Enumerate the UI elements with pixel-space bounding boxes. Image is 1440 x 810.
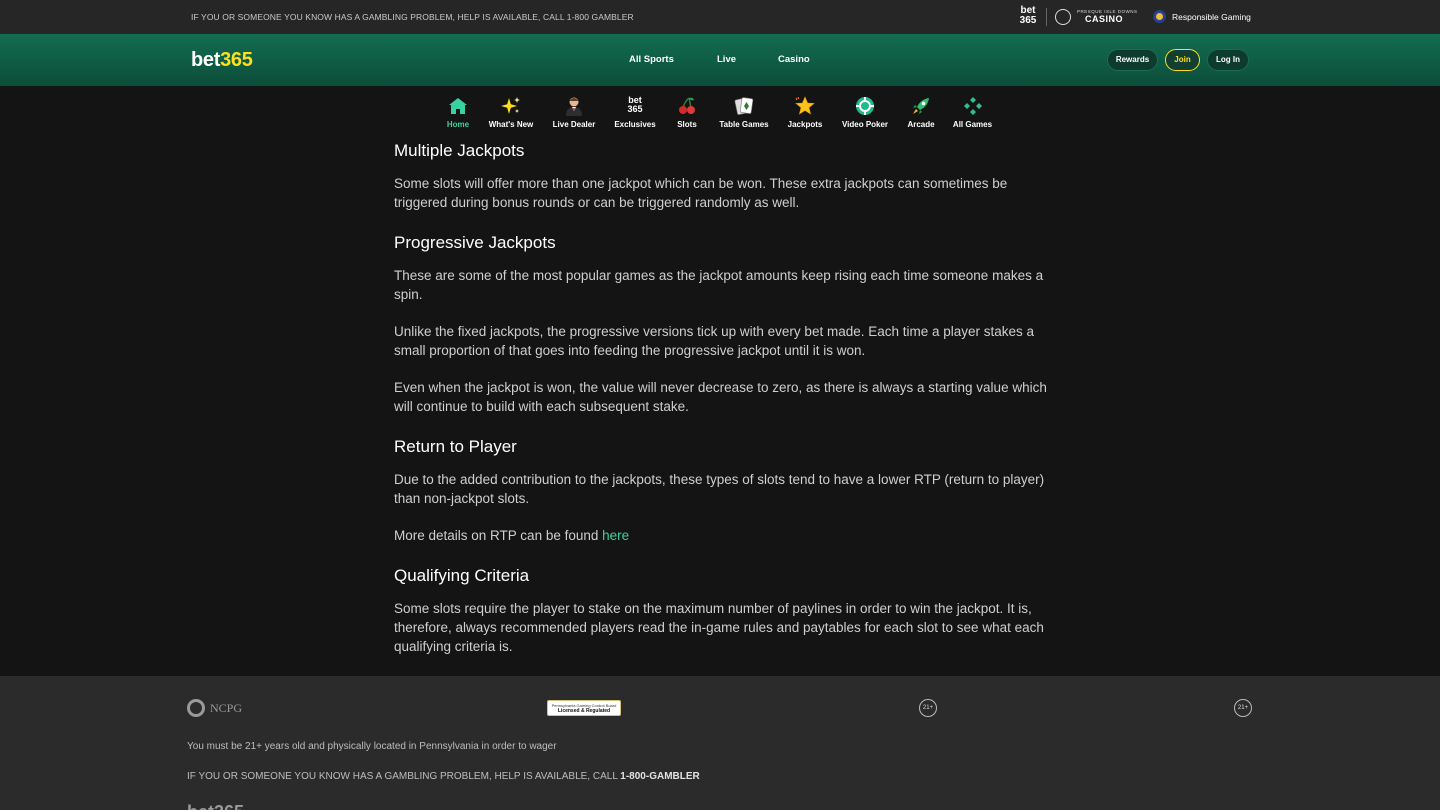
cherries-icon: [679, 97, 695, 114]
paragraph: Due to the added contribution to the jac…: [394, 472, 1045, 506]
paragraph: Some slots require the player to stake o…: [394, 601, 1044, 654]
ncpg-ring-icon: [187, 699, 205, 717]
pa-licensed-badge[interactable]: Pennsylvania Gaming Control Board Licens…: [547, 700, 621, 716]
horse-emblem-icon: [1055, 9, 1071, 25]
nav-all-sports[interactable]: All Sports: [629, 55, 674, 65]
paragraph: More details on RTP can be found here: [394, 528, 630, 543]
helpline-number[interactable]: 1-800-GAMBLER: [620, 771, 699, 782]
paragraph: Some slots will offer more than one jack…: [394, 176, 1008, 210]
age-location-notice: You must be 21+ years old and physically…: [187, 741, 557, 752]
subnav-live-dealer[interactable]: Live Dealer: [549, 96, 599, 132]
footer-bet365-logo: bet365: [187, 802, 244, 810]
responsible-gaming-icon: [1153, 10, 1166, 23]
heading-multiple-jackpots: Multiple Jackpots: [394, 141, 525, 160]
subnav-jackpots[interactable]: Jackpots: [786, 96, 824, 132]
join-button[interactable]: Join: [1165, 49, 1200, 71]
subnav-video-poker[interactable]: Video Poker: [840, 96, 890, 132]
top-bar: IF YOU OR SOMEONE YOU KNOW HAS A GAMBLIN…: [0, 0, 1440, 34]
login-button[interactable]: Log In: [1207, 49, 1249, 71]
subnav-arcade[interactable]: Arcade: [905, 96, 937, 132]
nav-live[interactable]: Live: [717, 55, 736, 65]
subnav-all-games[interactable]: All Games: [950, 96, 995, 132]
heading-qualifying-criteria: Qualifying Criteria: [394, 566, 530, 585]
main-header: bet365 All Sports Live Casino Rewards Jo…: [0, 34, 1440, 86]
nav-casino[interactable]: Casino: [778, 55, 810, 65]
bet365-small-logo[interactable]: bet 365: [1015, 6, 1041, 28]
ncpg-logo[interactable]: NCPG: [187, 698, 257, 718]
poker-chip-icon: [856, 97, 874, 115]
subnav-home[interactable]: Home: [443, 96, 473, 132]
footer-gambling-warning: IF YOU OR SOMEONE YOU KNOW HAS A GAMBLIN…: [187, 771, 700, 782]
cards-icon: [734, 97, 754, 115]
article-content: Multiple Jackpots Some slots will offer …: [394, 138, 1054, 674]
heading-return-to-player: Return to Player: [394, 437, 517, 456]
casino-subnav: Home What's New Live Dealer bet 365 Excl…: [0, 86, 1440, 134]
rocket-icon: [913, 98, 929, 114]
age-21-badge: 21+: [919, 699, 937, 717]
paragraph: Even when the jackpot is won, the value …: [394, 380, 1047, 414]
subnav-slots[interactable]: Slots: [673, 96, 701, 132]
grid-diamonds-icon: [963, 97, 982, 115]
responsible-gaming-link[interactable]: Responsible Gaming: [1172, 12, 1251, 22]
subnav-exclusives[interactable]: bet 365 Exclusives: [612, 96, 658, 132]
rewards-button[interactable]: Rewards: [1107, 49, 1158, 71]
star-icon: [795, 96, 815, 115]
rtp-here-link[interactable]: here: [602, 528, 629, 543]
subnav-table-games[interactable]: Table Games: [716, 96, 772, 132]
bet365-logo[interactable]: bet365: [191, 48, 253, 72]
paragraph: Unlike the fixed jackpots, the progressi…: [394, 324, 1035, 358]
dealer-icon: [566, 97, 582, 116]
age-21-badge: 21+: [1234, 699, 1252, 717]
bet365-exclusives-icon: bet 365: [627, 95, 643, 114]
presque-isle-casino-logo[interactable]: PRESQUE ISLE DOWNS CASINO: [1055, 8, 1137, 26]
home-icon: [449, 98, 467, 114]
sparkle-icon: [501, 97, 520, 114]
gambling-warning: IF YOU OR SOMEONE YOU KNOW HAS A GAMBLIN…: [191, 12, 634, 22]
heading-progressive-jackpots: Progressive Jackpots: [394, 233, 556, 252]
paragraph: These are some of the most popular games…: [394, 268, 1044, 302]
divider: [1046, 8, 1047, 26]
footer: NCPG Pennsylvania Gaming Control Board L…: [0, 676, 1440, 810]
subnav-whats-new[interactable]: What's New: [485, 96, 537, 132]
